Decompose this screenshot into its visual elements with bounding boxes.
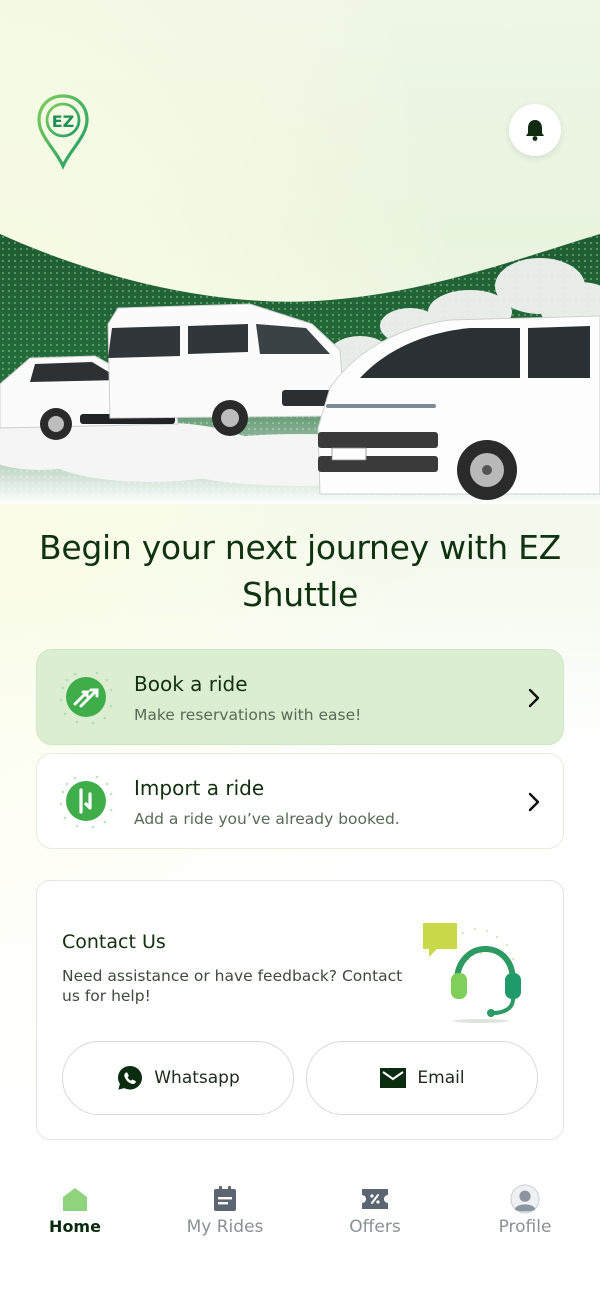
book-ride-title: Book a ride — [134, 672, 248, 696]
import-icon — [57, 772, 115, 830]
nav-profile[interactable]: Profile — [450, 1184, 600, 1244]
ez-logo: EZ — [36, 92, 90, 170]
nav-home-label: Home — [49, 1217, 101, 1236]
hero-vehicles-image — [0, 228, 600, 504]
contact-us-card: Contact Us Need assistance or have feedb… — [36, 880, 564, 1140]
notifications-button[interactable] — [509, 104, 561, 156]
chevron-right-icon — [527, 686, 541, 710]
bottom-navigation: Home My Rides Offers Profile — [0, 1160, 600, 1304]
nav-home[interactable]: Home — [0, 1184, 150, 1244]
nav-profile-label: Profile — [498, 1217, 552, 1237]
import-ride-subtitle: Add a ride you’ve already booked. — [134, 810, 400, 828]
book-ride-card[interactable]: Book a ride Make reservations with ease! — [36, 649, 564, 745]
nav-offers-label: Offers — [349, 1217, 401, 1237]
headset-support-icon — [423, 919, 523, 1023]
page-headline: Begin your next journey with EZ Shuttle — [39, 528, 561, 614]
email-button[interactable]: Email — [306, 1041, 538, 1115]
import-ride-card[interactable]: Import a ride Add a ride you’ve already … — [36, 753, 564, 849]
whatsapp-label: Whatsapp — [154, 1068, 240, 1088]
rides-icon — [210, 1184, 240, 1214]
nav-offers[interactable]: Offers — [300, 1184, 450, 1244]
bell-icon — [526, 120, 544, 141]
chevron-right-icon — [527, 790, 541, 814]
email-label: Email — [417, 1068, 465, 1088]
profile-icon — [510, 1184, 540, 1214]
whatsapp-button[interactable]: Whatsapp — [62, 1041, 294, 1115]
swap-arrows-icon — [57, 668, 115, 726]
nav-my-rides[interactable]: My Rides — [150, 1184, 300, 1244]
contact-description: Need assistance or have feedback? Contac… — [62, 967, 403, 1005]
home-icon — [60, 1184, 90, 1214]
whatsapp-icon — [118, 1066, 143, 1090]
mail-icon — [380, 1068, 407, 1088]
import-ride-title: Import a ride — [134, 776, 265, 800]
book-ride-subtitle: Make reservations with ease! — [134, 706, 362, 724]
contact-title: Contact Us — [62, 931, 166, 953]
offers-icon — [360, 1184, 390, 1214]
nav-my-rides-label: My Rides — [186, 1217, 264, 1237]
svg-text:EZ: EZ — [52, 112, 75, 131]
